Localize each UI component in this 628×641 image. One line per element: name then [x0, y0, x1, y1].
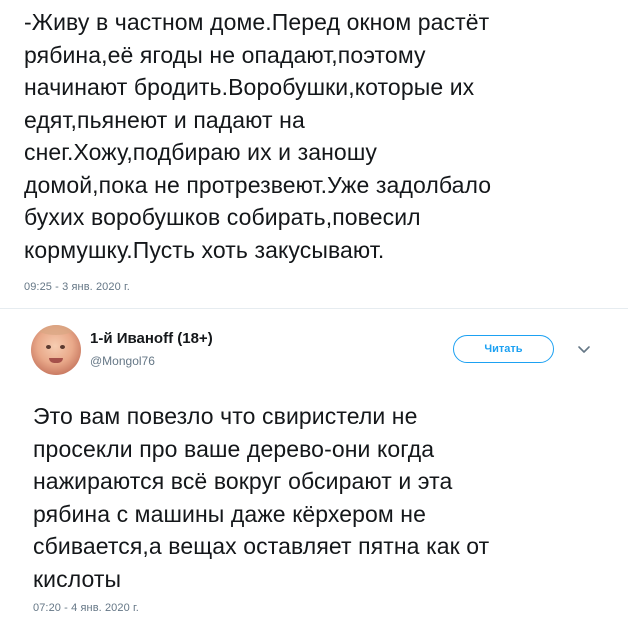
avatar-eye-right	[60, 345, 65, 349]
avatar-eye-left	[46, 345, 51, 349]
reply-user-name[interactable]: 1-й Иванoff (18+)	[90, 330, 213, 347]
avatar-mouth	[49, 358, 63, 363]
avatar[interactable]	[31, 325, 81, 375]
chevron-down-icon[interactable]	[577, 342, 591, 356]
follow-button[interactable]: Читать	[453, 335, 554, 363]
quoted-tweet: -Живу в частном доме.Перед окном растёт …	[24, 6, 614, 266]
reply-user-handle[interactable]: @Mongol76	[90, 354, 155, 368]
reply-tweet-text: Это вам повезло что свиристели не просек…	[33, 403, 490, 592]
tweet-text: -Живу в частном доме.Перед окном растёт …	[24, 9, 492, 263]
tweet-timestamp[interactable]: 09:25 - 3 янв. 2020 г.	[24, 281, 130, 293]
reply-timestamp[interactable]: 07:20 - 4 янв. 2020 г.	[33, 602, 139, 614]
avatar-hair	[37, 325, 75, 335]
tweet-divider	[0, 308, 628, 309]
